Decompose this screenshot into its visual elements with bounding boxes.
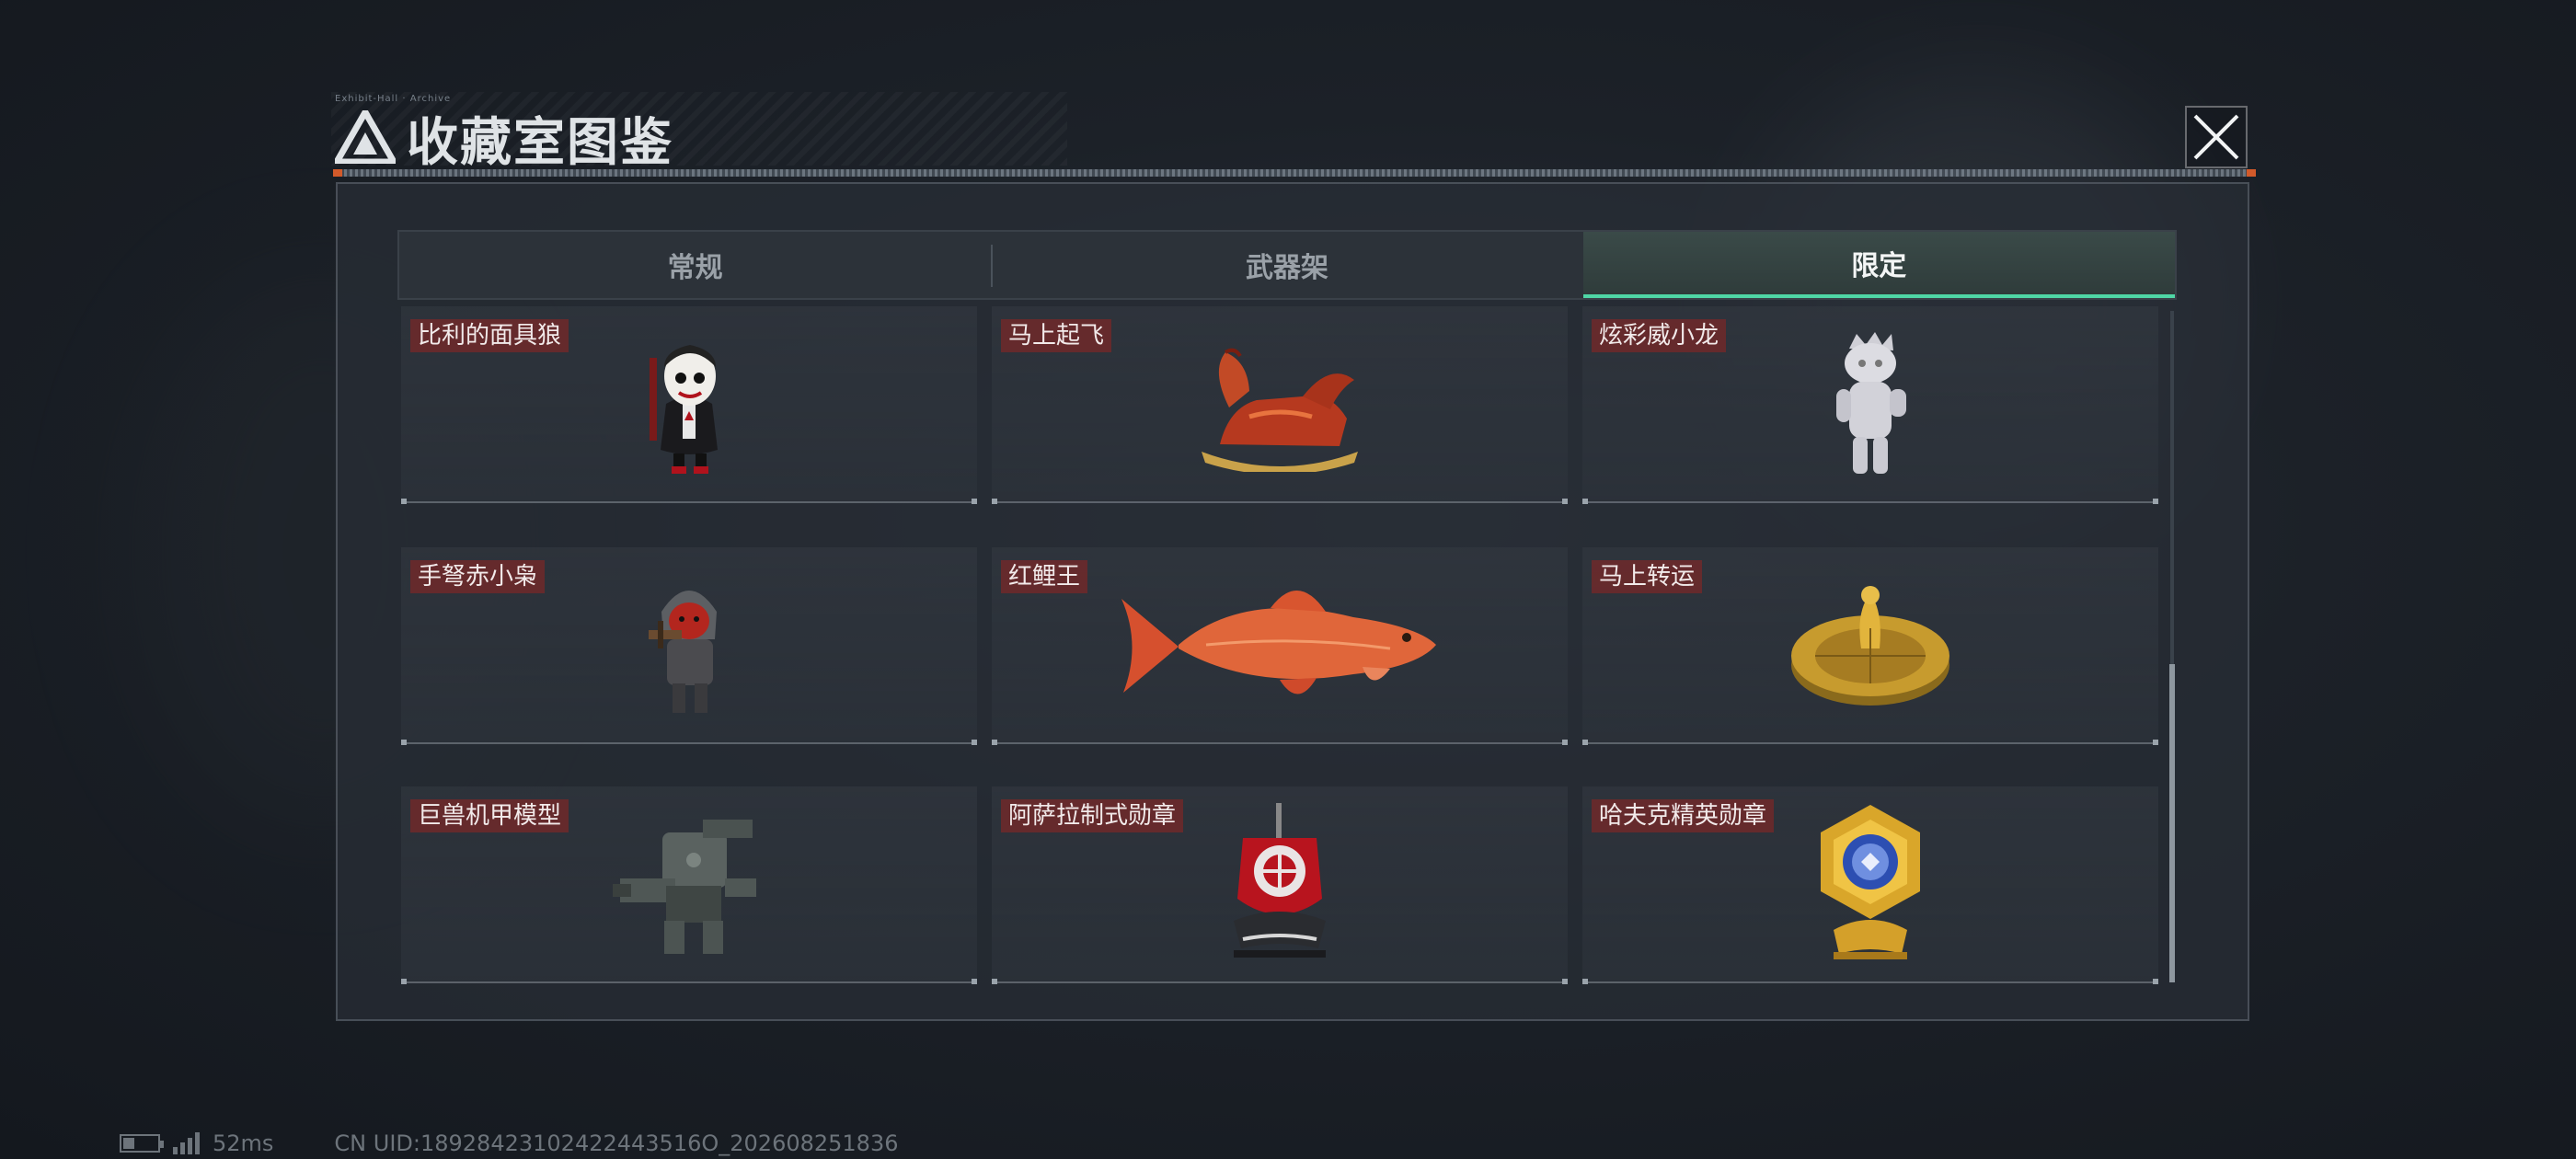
signal-icon	[173, 1132, 200, 1154]
collection-card[interactable]: 阿萨拉制式勋章	[992, 786, 1568, 984]
collection-card[interactable]: 手弩赤小枭	[401, 547, 977, 745]
item-name: 巨兽机甲模型	[410, 799, 569, 832]
collection-card[interactable]: 马上起飞	[992, 306, 1568, 504]
red-emblem-medal-icon	[1234, 803, 1326, 958]
item-name: 比利的面具狼	[410, 319, 569, 352]
collection-card[interactable]: 马上转运	[1582, 547, 2158, 745]
window-header: Exhibit-Hall · Archive 收藏室图鉴	[322, 92, 2256, 179]
collection-card[interactable]: 巨兽机甲模型	[401, 786, 977, 984]
item-name: 红鲤王	[1001, 560, 1088, 593]
item-name: 手弩赤小枭	[410, 560, 546, 593]
category-tabs: 常规 武器架 限定	[397, 230, 2177, 300]
gold-hex-medal-icon	[1821, 805, 1920, 959]
item-name: 马上转运	[1592, 560, 1703, 593]
item-name: 马上起飞	[1001, 319, 1112, 352]
collection-card[interactable]: 炫彩威小龙	[1582, 306, 2158, 504]
header-divider	[333, 169, 2256, 177]
red-carp-fish-icon	[1121, 590, 1436, 694]
hooded-crossbow-figure-icon	[649, 591, 717, 713]
collection-grid: 比利的面具狼 马上起飞 炫彩威小龙 手弩赤小枭 红鲤王 马上转运 巨兽机甲模型 …	[401, 306, 2168, 987]
masked-doll-figure-icon	[650, 345, 718, 474]
page-title: 收藏室图鉴	[407, 113, 673, 173]
tab-weapon-rack[interactable]: 武器架	[991, 232, 1582, 298]
close-icon	[2193, 114, 2239, 160]
golden-horse-wheel-icon	[1791, 586, 1949, 706]
battery-icon	[120, 1134, 164, 1153]
mech-model-icon	[613, 820, 756, 954]
divider-cap	[2247, 169, 2256, 177]
tab-regular[interactable]: 常规	[399, 232, 991, 298]
close-button[interactable]	[2185, 106, 2248, 168]
status-footer: 52ms CN UID:18928423102422443516O_202608…	[120, 1130, 899, 1157]
red-rocking-horse-icon	[1202, 348, 1358, 472]
collection-card[interactable]: 哈夫克精英勋章	[1582, 786, 2158, 984]
collection-card[interactable]: 红鲤王	[992, 547, 1568, 745]
item-name: 炫彩威小龙	[1592, 319, 1727, 352]
triangle-logo-icon	[335, 110, 396, 164]
item-name: 哈夫克精英勋章	[1592, 799, 1775, 832]
ping-value: 52ms	[213, 1130, 274, 1156]
white-dragon-figure-icon	[1836, 332, 1906, 474]
item-name: 阿萨拉制式勋章	[1001, 799, 1184, 832]
user-id: CN UID:18928423102422443516O_20260825183…	[334, 1130, 899, 1156]
collection-card[interactable]: 比利的面具狼	[401, 306, 977, 504]
scrollbar-thumb[interactable]	[2169, 664, 2175, 982]
divider-cap	[333, 169, 342, 177]
tab-limited[interactable]: 限定	[1582, 232, 2175, 298]
